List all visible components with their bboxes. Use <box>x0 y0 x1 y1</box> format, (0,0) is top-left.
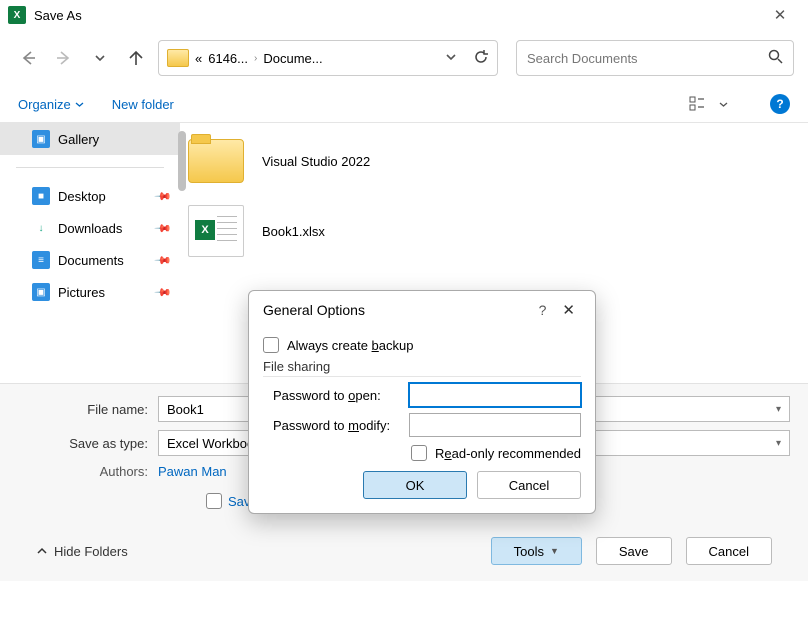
ok-label: OK <box>406 478 425 493</box>
chevron-down-icon[interactable] <box>719 100 728 109</box>
file-sharing-label: File sharing <box>263 359 581 374</box>
forward-button[interactable] <box>50 44 78 72</box>
chevron-down-icon <box>445 51 457 63</box>
folder-icon <box>188 139 244 183</box>
address-bar[interactable]: « 6146... › Docume... <box>158 40 498 76</box>
sidebar-label: Documents <box>58 253 124 268</box>
hide-folders-label: Hide Folders <box>54 544 128 559</box>
sidebar-label: Desktop <box>58 189 106 204</box>
sidebar-label: Downloads <box>58 221 122 236</box>
password-modify-input[interactable] <box>409 413 581 437</box>
recent-dropdown[interactable] <box>86 44 114 72</box>
file-name: Visual Studio 2022 <box>262 154 370 169</box>
pictures-icon: ▣ <box>32 283 50 301</box>
title-bar: X Save As ✕ <box>0 0 808 30</box>
password-open-label: Password to open: <box>263 388 409 403</box>
excel-file-icon <box>188 205 244 257</box>
tools-button[interactable]: Tools ▼ <box>491 537 582 565</box>
back-button[interactable] <box>14 44 42 72</box>
organize-label: Organize <box>18 97 71 112</box>
filetype-value: Excel Workbook <box>167 436 261 451</box>
authors-value[interactable]: Pawan Man <box>158 464 227 479</box>
dialog-close-button[interactable]: ✕ <box>556 301 581 319</box>
path-prefix: « <box>195 51 202 66</box>
view-options-icon <box>689 96 709 112</box>
filename-label: File name: <box>18 402 158 417</box>
pin-icon: 📌 <box>154 219 173 238</box>
cancel-label: Cancel <box>709 544 749 559</box>
sidebar-item-pictures[interactable]: ▣ Pictures 📌 <box>0 276 180 308</box>
arrow-up-icon <box>127 49 145 67</box>
sidebar-item-downloads[interactable]: ↓ Downloads 📌 <box>0 212 180 244</box>
dialog-title: General Options <box>263 302 365 318</box>
save-label: Save <box>619 544 649 559</box>
authors-label: Authors: <box>18 464 158 479</box>
readonly-label[interactable]: Read-only recommended <box>435 446 581 461</box>
file-item[interactable]: Book1.xlsx <box>188 205 800 257</box>
new-folder-button[interactable]: New folder <box>112 97 174 112</box>
search-box[interactable]: Search Documents <box>516 40 794 76</box>
up-button[interactable] <box>122 44 150 72</box>
path-segment-2[interactable]: Docume... <box>263 51 322 66</box>
sidebar: ▣ Gallery ■ Desktop 📌 ↓ Downloads 📌 ≡ Do… <box>0 123 180 383</box>
filename-value: Book1 <box>167 402 204 417</box>
arrow-left-icon <box>19 49 37 67</box>
sidebar-label: Gallery <box>58 132 99 147</box>
chevron-right-icon: › <box>254 53 257 64</box>
readonly-checkbox[interactable] <box>411 445 427 461</box>
pin-icon: 📌 <box>154 283 173 302</box>
footer: Hide Folders Tools ▼ Save Cancel <box>18 509 790 581</box>
nav-bar: « 6146... › Docume... Search Documents <box>0 30 808 86</box>
tools-label: Tools <box>514 544 544 559</box>
cancel-label: Cancel <box>509 478 549 493</box>
window-title: Save As <box>34 8 82 23</box>
help-button[interactable]: ? <box>770 94 790 114</box>
chevron-down-icon <box>75 100 84 109</box>
password-open-input[interactable] <box>409 383 581 407</box>
chevron-up-icon <box>36 545 48 557</box>
documents-icon: ≡ <box>32 251 50 269</box>
sidebar-label: Pictures <box>58 285 105 300</box>
save-button[interactable]: Save <box>596 537 672 565</box>
path-segment-1[interactable]: 6146... <box>208 51 248 66</box>
hide-folders-button[interactable]: Hide Folders <box>36 544 128 559</box>
cancel-button[interactable]: Cancel <box>686 537 772 565</box>
chevron-down-icon[interactable]: ▾ <box>776 438 781 449</box>
folder-icon <box>167 49 189 67</box>
dialog-help-button[interactable]: ? <box>529 302 557 318</box>
refresh-icon <box>473 49 489 65</box>
file-name: Book1.xlsx <box>262 224 325 239</box>
chevron-down-icon: ▼ <box>550 546 559 556</box>
arrow-right-icon <box>55 49 73 67</box>
sidebar-item-gallery[interactable]: ▣ Gallery <box>0 123 180 155</box>
downloads-icon: ↓ <box>32 219 50 237</box>
sidebar-item-desktop[interactable]: ■ Desktop 📌 <box>0 180 180 212</box>
view-button[interactable] <box>689 96 709 112</box>
always-backup-label[interactable]: Always create backup <box>287 338 413 353</box>
toolbar: Organize New folder ? <box>0 86 808 122</box>
filetype-label: Save as type: <box>18 436 158 451</box>
excel-icon: X <box>8 6 26 24</box>
gallery-icon: ▣ <box>32 130 50 148</box>
address-dropdown[interactable] <box>445 51 457 66</box>
chevron-down-icon <box>94 52 106 64</box>
organize-button[interactable]: Organize <box>18 97 84 112</box>
close-button[interactable]: ✕ <box>760 6 800 24</box>
pin-icon: 📌 <box>154 251 173 270</box>
password-modify-label: Password to modify: <box>263 418 409 433</box>
save-thumbnail-checkbox[interactable] <box>206 493 222 509</box>
desktop-icon: ■ <box>32 187 50 205</box>
sidebar-scrollbar[interactable] <box>178 131 186 191</box>
chevron-down-icon[interactable]: ▾ <box>776 404 781 415</box>
ok-button[interactable]: OK <box>363 471 467 499</box>
pin-icon: 📌 <box>154 187 173 206</box>
sidebar-item-documents[interactable]: ≡ Documents 📌 <box>0 244 180 276</box>
refresh-button[interactable] <box>473 49 489 68</box>
always-backup-checkbox[interactable] <box>263 337 279 353</box>
search-icon <box>768 49 783 67</box>
search-placeholder: Search Documents <box>527 51 638 66</box>
general-options-dialog: General Options ? ✕ Always create backup… <box>248 290 596 514</box>
folder-item[interactable]: Visual Studio 2022 <box>188 135 800 187</box>
dialog-cancel-button[interactable]: Cancel <box>477 471 581 499</box>
